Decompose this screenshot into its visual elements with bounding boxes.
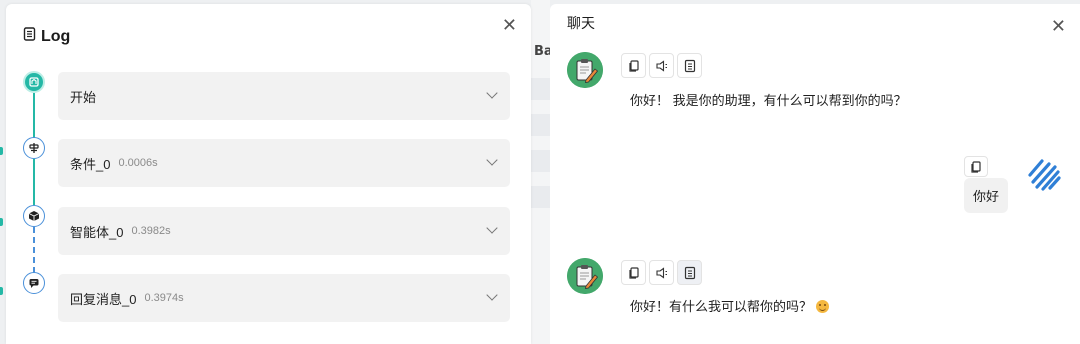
copy-icon[interactable] — [621, 53, 646, 78]
timeline-connector — [33, 93, 35, 139]
timeline-connector — [33, 227, 35, 273]
home-flow-icon — [23, 71, 45, 93]
step-name: 条件_0 — [70, 156, 111, 172]
smiling-face-emoji — [816, 300, 830, 313]
document-list-icon — [23, 27, 36, 46]
step-duration: 0.3982s — [131, 225, 171, 237]
bot-message-text: 你好！有什么我可以帮你的吗？ — [630, 296, 830, 315]
background-strip: Ba — [531, 0, 553, 344]
message-toolbar — [621, 53, 702, 78]
reply-message-icon — [23, 272, 45, 294]
chat-panel: 聊天 ✕ 你好！ 我是你的助理，有什么可以帮到你的吗？ 你好 你好！有什么我可以… — [550, 4, 1080, 344]
log-step-reply[interactable]: 回复消息_0 0.3974s — [58, 274, 510, 322]
step-name: 回复消息_0 — [70, 291, 137, 307]
background-row — [531, 78, 550, 100]
message-toolbar — [621, 260, 702, 285]
document-icon[interactable] — [677, 260, 702, 285]
background-row — [531, 150, 550, 172]
close-icon[interactable]: ✕ — [502, 16, 517, 34]
log-step-start[interactable]: 开始 — [58, 72, 510, 120]
copy-icon[interactable] — [621, 260, 646, 285]
log-title: Log — [41, 27, 71, 45]
speaker-icon[interactable] — [649, 53, 674, 78]
background-row — [531, 114, 550, 136]
close-icon[interactable]: ✕ — [1051, 17, 1066, 35]
copy-icon[interactable] — [964, 156, 988, 177]
edge-marker — [0, 218, 3, 226]
notepad-pencil-avatar — [567, 258, 603, 294]
bot-message-content: 你好！有什么我可以帮你的吗？ — [630, 299, 813, 314]
chevron-down-icon[interactable] — [486, 289, 498, 301]
user-message-bubble: 你好 — [964, 178, 1009, 213]
log-step-agent[interactable]: 智能体_0 0.3982s — [58, 207, 510, 255]
edge-marker — [0, 147, 3, 155]
step-name: 智能体_0 — [70, 224, 124, 240]
timeline-connector — [33, 159, 35, 205]
notepad-pencil-avatar — [567, 52, 603, 88]
stripes-logo-avatar — [1024, 155, 1064, 195]
message-toolbar — [964, 156, 988, 177]
document-icon[interactable] — [677, 53, 702, 78]
bot-message-text: 你好！ 我是你的助理，有什么可以帮到你的吗？ — [630, 93, 907, 108]
chevron-down-icon[interactable] — [486, 154, 498, 166]
edge-marker — [0, 287, 3, 295]
step-duration: 0.3974s — [144, 292, 184, 304]
step-duration: 0.0006s — [118, 157, 158, 169]
chat-title: 聊天 — [567, 15, 595, 31]
log-panel: Log ✕ 开始 条件_0 0.0006s 智能体_0 0.3982s 回复消息… — [6, 4, 531, 344]
speaker-icon[interactable] — [649, 260, 674, 285]
log-step-condition[interactable]: 条件_0 0.0006s — [58, 139, 510, 187]
background-row — [531, 186, 550, 208]
log-header: Log — [23, 27, 70, 46]
cube-agent-icon — [23, 205, 45, 227]
step-name: 开始 — [70, 89, 97, 105]
chevron-down-icon[interactable] — [486, 222, 498, 234]
branch-condition-icon — [23, 137, 45, 159]
chevron-down-icon[interactable] — [486, 87, 498, 99]
